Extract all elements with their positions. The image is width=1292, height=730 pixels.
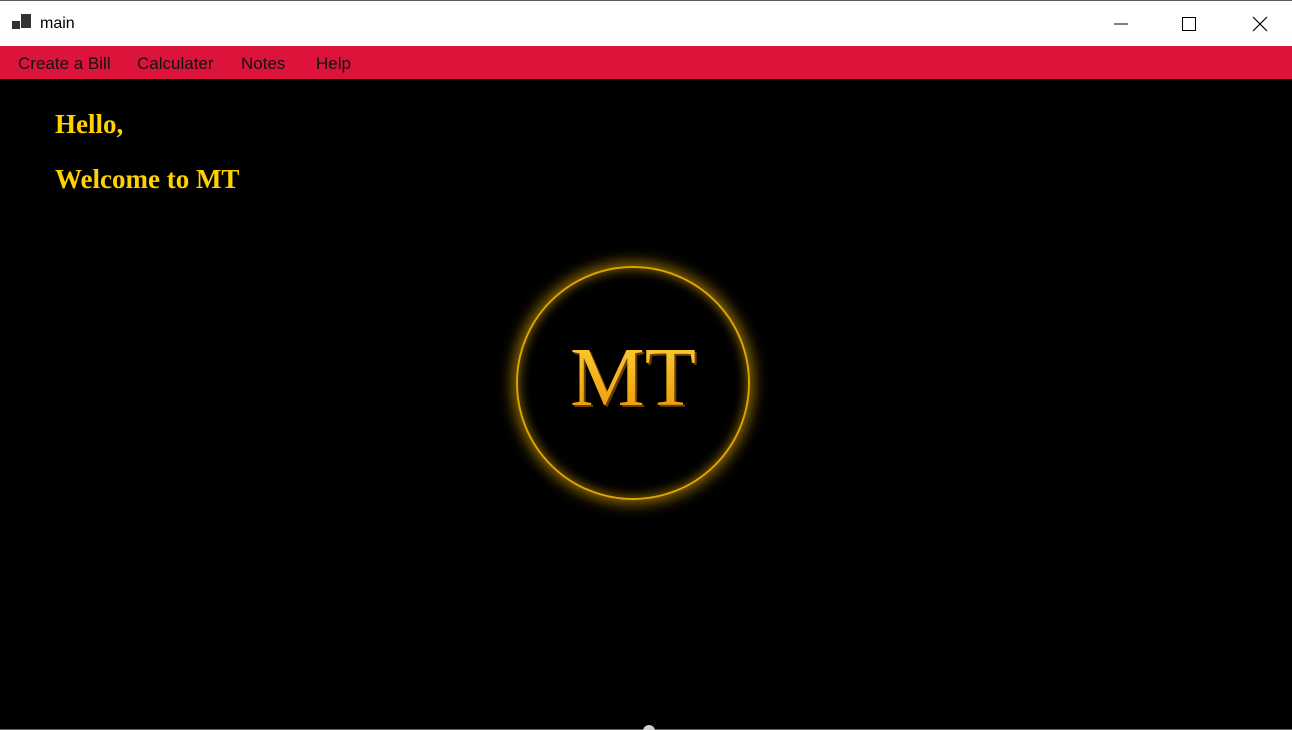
menu-help[interactable]: Help xyxy=(312,46,355,79)
window-title: main xyxy=(40,15,75,32)
close-icon xyxy=(1252,16,1268,31)
title-bar[interactable]: main xyxy=(0,1,1292,46)
menu-create-bill[interactable]: Create a Bill xyxy=(14,46,115,79)
minimize-icon xyxy=(1114,23,1128,24)
main-content: Hello, Welcome to MT MT xyxy=(0,79,1292,730)
greeting-text: Hello, xyxy=(55,109,124,139)
app-window-icon xyxy=(12,14,31,29)
menu-bar: Create a Bill Calculater Notes Help xyxy=(0,46,1292,79)
mt-logo: MT xyxy=(516,266,750,500)
maximize-button[interactable] xyxy=(1154,1,1224,46)
minimize-button[interactable] xyxy=(1086,1,1156,46)
app-window: main Create a Bill Calculater Notes Help… xyxy=(0,0,1292,730)
menu-calculater[interactable]: Calculater xyxy=(133,46,218,79)
logo-text: MT xyxy=(516,330,750,426)
maximize-icon xyxy=(1182,16,1196,31)
menu-notes[interactable]: Notes xyxy=(237,46,289,79)
resize-handle[interactable] xyxy=(643,725,655,730)
welcome-text: Welcome to MT xyxy=(55,164,240,194)
close-button[interactable] xyxy=(1225,1,1292,46)
